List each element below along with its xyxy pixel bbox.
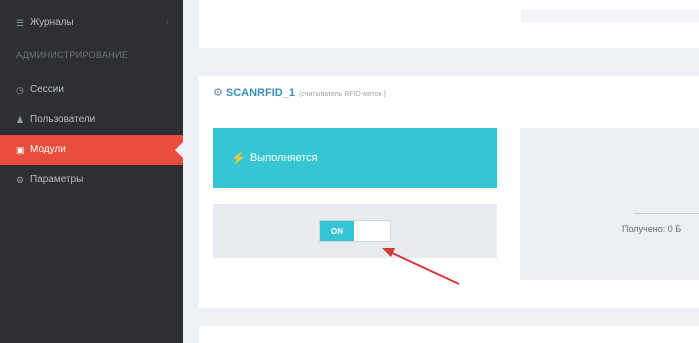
module-name: SCANRFID_1 (225, 87, 295, 99)
gear-icon: ⚙ (16, 175, 25, 185)
toggle-on-label: ON (320, 221, 354, 241)
sidebar-item-sessions[interactable]: ◷ Сессии (0, 75, 183, 105)
sidebar: ☰ Журналы ‹ АДМИНИСТРИРОВАНИЕ ◷ Сессии ♟… (0, 0, 183, 343)
sidebar-item-users[interactable]: ♟ Пользователи (0, 105, 183, 135)
clock-icon: ◷ (16, 85, 24, 95)
sidebar-section-header: АДМИНИСТРИРОВАНИЕ (16, 50, 129, 60)
bottom-panel (199, 326, 699, 343)
user-icon: ♟ (16, 115, 25, 125)
active-caret (175, 142, 183, 158)
chevron-left-icon: ‹ (165, 17, 169, 28)
stats-area: Получено: 0 Б (520, 128, 699, 280)
bolt-icon: ⚡ (231, 151, 246, 165)
sidebar-item-modules[interactable]: ▣ Модули (0, 135, 183, 165)
sidebar-item-label: Модули (30, 144, 66, 155)
sidebar-item-params[interactable]: ⚙ Параметры (0, 165, 183, 195)
status-text: Выполняется (249, 152, 318, 164)
top-panel-bar (521, 10, 699, 22)
toggle-area: ON (213, 204, 497, 258)
on-off-toggle[interactable]: ON (319, 220, 391, 242)
divider (634, 213, 699, 214)
top-panel (199, 0, 699, 48)
sidebar-item-label: Журналы (30, 17, 74, 28)
sidebar-item-label: Параметры (30, 174, 84, 185)
status-box: ⚡ Выполняется (213, 128, 497, 188)
list-icon: ☰ (16, 18, 25, 28)
sidebar-item-label: Пользователи (30, 114, 96, 125)
module-subtitle: (считыватель RFID-меток ) (298, 91, 386, 98)
module-icon: ▣ (16, 145, 25, 155)
settings-icon: ⚙ (213, 87, 223, 99)
module-panel: ⚙ SCANRFID_1 (считыватель RFID-меток ) ⚡ В… (199, 76, 699, 308)
sidebar-item-journals[interactable]: ☰ Журналы ‹ (0, 8, 183, 38)
module-title: ⚙ SCANRFID_1 (считыватель RFID-меток ) (213, 86, 386, 99)
sidebar-item-label: Сессии (30, 84, 64, 95)
received-text: Получено: 0 Б (622, 224, 682, 234)
